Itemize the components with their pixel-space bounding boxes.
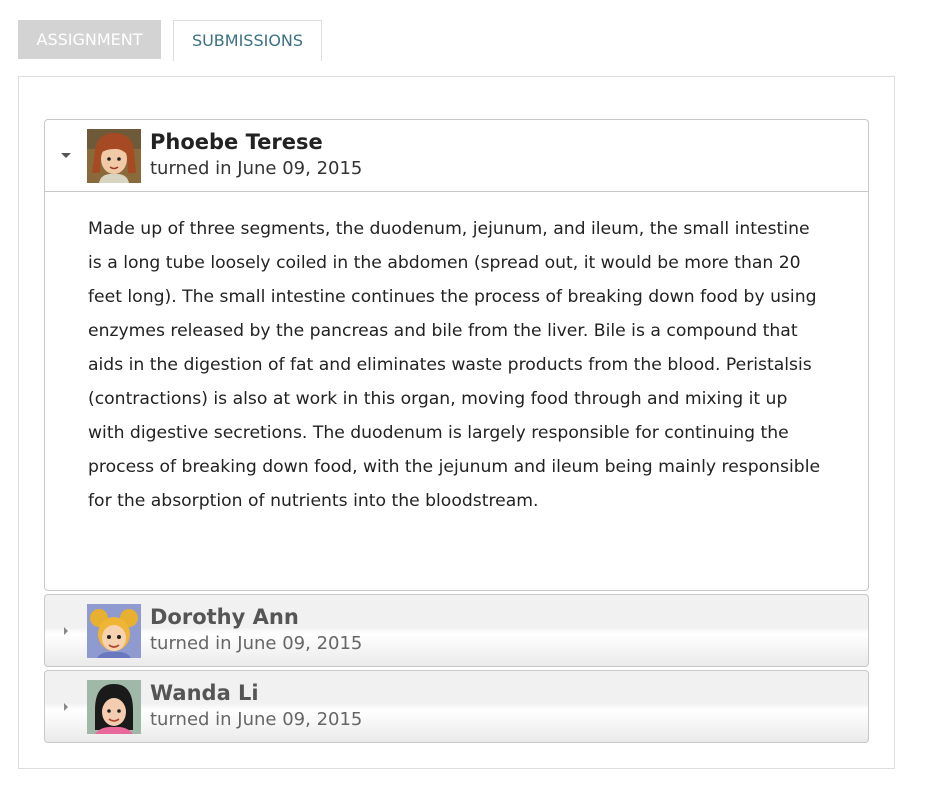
caret-right-icon <box>64 627 68 635</box>
student-name: Wanda Li <box>150 681 259 705</box>
submission-item-dorothy[interactable]: Dorothy Ann turned in June 09, 2015 <box>44 594 869 667</box>
caret-right-icon <box>64 703 68 711</box>
submission-date: turned in June 09, 2015 <box>150 709 363 730</box>
student-name: Phoebe Terese <box>150 130 323 154</box>
submission-item-phoebe: Phoebe Terese turned in June 09, 2015 Ma… <box>44 119 869 591</box>
submission-header[interactable]: Phoebe Terese turned in June 09, 2015 <box>45 120 868 192</box>
submission-date: turned in June 09, 2015 <box>150 158 363 179</box>
tab-assignment[interactable]: ASSIGNMENT <box>18 20 161 59</box>
caret-down-icon <box>61 153 71 158</box>
avatar <box>87 129 141 183</box>
student-name: Dorothy Ann <box>150 605 299 629</box>
submission-date: turned in June 09, 2015 <box>150 633 363 654</box>
avatar <box>87 680 141 734</box>
submission-header[interactable]: Wanda Li turned in June 09, 2015 <box>45 671 868 742</box>
submission-header[interactable]: Dorothy Ann turned in June 09, 2015 <box>45 595 868 666</box>
submission-item-wanda[interactable]: Wanda Li turned in June 09, 2015 <box>44 670 869 743</box>
tab-submissions[interactable]: SUBMISSIONS <box>173 20 322 61</box>
submission-text: Made up of three segments, the duodenum,… <box>88 219 821 511</box>
avatar <box>87 604 141 658</box>
